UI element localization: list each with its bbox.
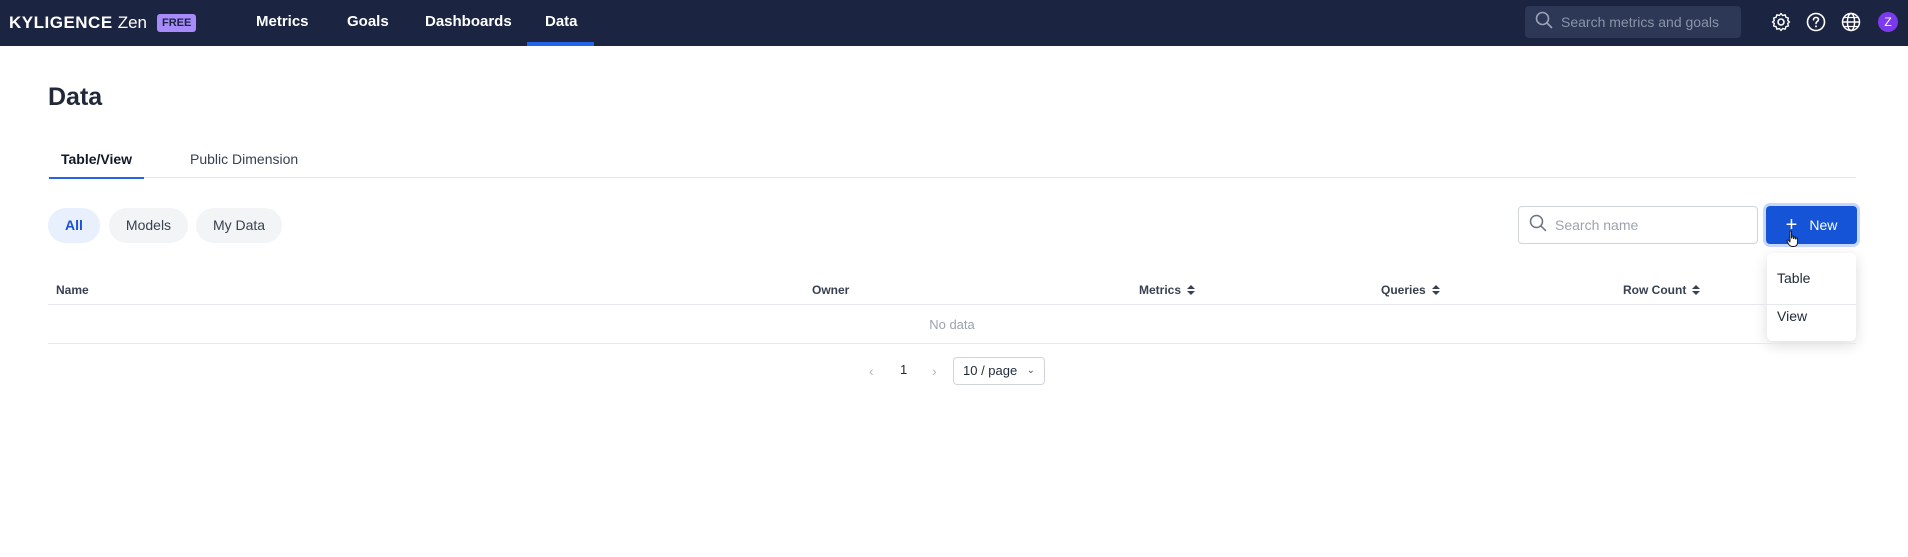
tab-table-view[interactable]: Table/View [48, 148, 145, 179]
empty-table-message: No data [48, 305, 1856, 344]
next-page-icon[interactable]: › [932, 363, 937, 379]
column-header-name: Name [56, 283, 89, 297]
column-header-queries[interactable]: Queries [1381, 283, 1440, 297]
nav-item-dashboards[interactable]: Dashboards [425, 0, 512, 46]
global-search[interactable] [1525, 6, 1741, 38]
column-header-metrics[interactable]: Metrics [1139, 283, 1196, 297]
column-header-label: Owner [812, 283, 850, 297]
top-navigation-bar: KYLIGENCE Zen FREE Metrics Goals Dashboa… [0, 0, 1908, 46]
nav-item-data[interactable]: Data [527, 0, 593, 46]
new-button[interactable]: + New [1766, 206, 1857, 244]
product-name: Zen [117, 13, 147, 32]
brand-name: KYLIGENCE [9, 13, 113, 32]
table-header: Name Owner Metrics Queries Row Count [48, 275, 1856, 305]
page-size-value: 10 / page [963, 363, 1018, 378]
nav-item-metrics[interactable]: Metrics [256, 0, 309, 46]
name-search-input[interactable] [1555, 217, 1745, 233]
nav-item-goals[interactable]: Goals [347, 0, 389, 46]
column-header-label: Metrics [1139, 283, 1182, 297]
globe-icon[interactable] [1840, 11, 1862, 33]
filter-chip-my-data[interactable]: My Data [196, 208, 282, 243]
search-icon [1535, 11, 1553, 34]
name-search-box[interactable] [1518, 206, 1758, 244]
column-header-row-count[interactable]: Row Count [1623, 283, 1701, 297]
page-number-current[interactable]: 1 [900, 362, 907, 377]
prev-page-icon[interactable]: ‹ [869, 363, 874, 379]
column-header-label: Name [56, 283, 89, 297]
global-search-input[interactable] [1561, 14, 1736, 30]
mouse-cursor-icon [1786, 230, 1800, 253]
help-icon[interactable] [1805, 11, 1827, 33]
plan-badge: FREE [156, 14, 197, 32]
filter-chip-all[interactable]: All [48, 208, 100, 243]
sort-icon[interactable] [1431, 285, 1440, 295]
sort-icon[interactable] [1692, 285, 1701, 295]
tab-bar: Table/View Public Dimension [48, 148, 1856, 179]
tab-public-dimension[interactable]: Public Dimension [190, 148, 298, 178]
search-icon [1529, 214, 1547, 237]
column-header-label: Queries [1381, 283, 1426, 297]
gear-icon[interactable] [1770, 11, 1792, 33]
user-avatar[interactable]: Z [1878, 12, 1898, 32]
column-header-label: Row Count [1623, 283, 1687, 297]
app-logo[interactable]: KYLIGENCE Zen FREE [9, 13, 197, 33]
filter-chip-models[interactable]: Models [109, 208, 188, 243]
sort-icon[interactable] [1187, 285, 1196, 295]
column-header-owner: Owner [812, 283, 849, 297]
chevron-down-icon: ⌄ [1026, 365, 1035, 376]
new-button-label: New [1809, 217, 1838, 233]
page-size-select[interactable]: 10 / page ⌄ [953, 357, 1045, 385]
page-title: Data [48, 83, 103, 111]
